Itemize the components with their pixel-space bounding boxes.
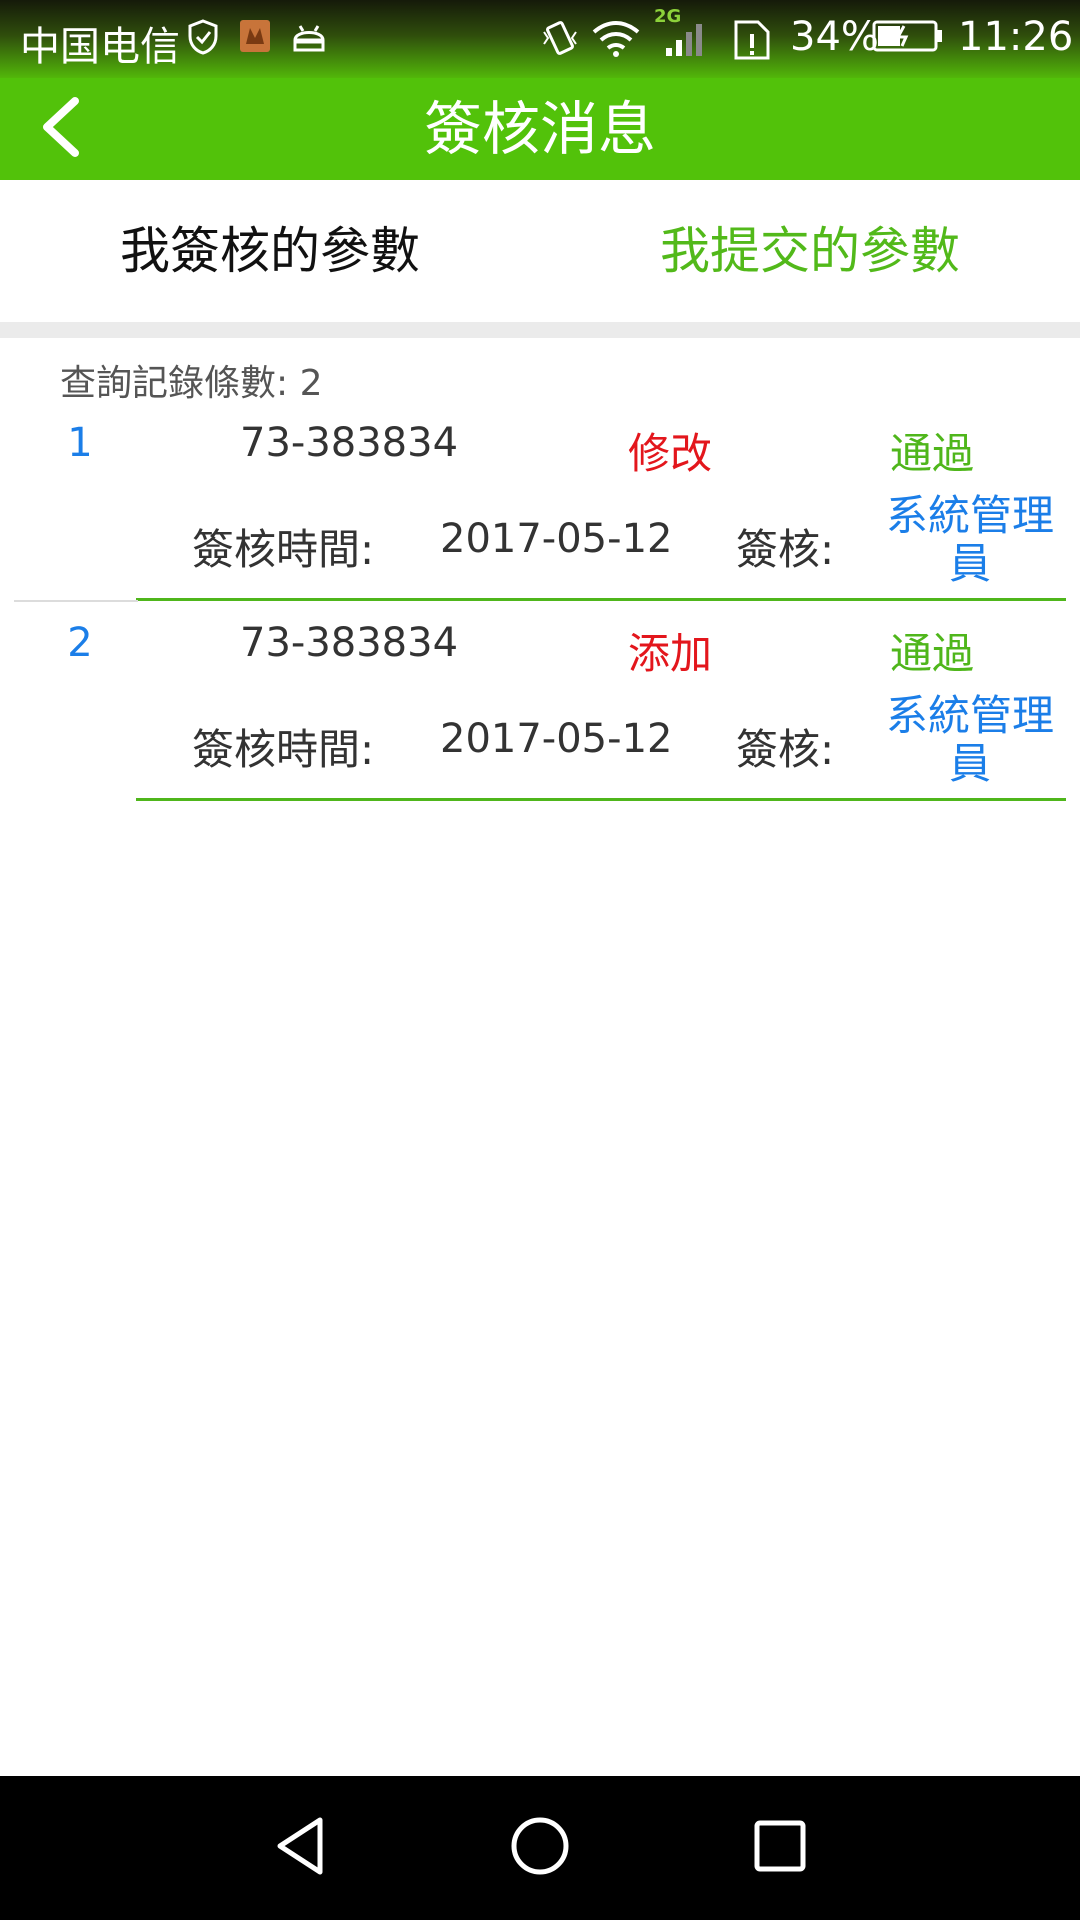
reviewer-label: 簽核:: [736, 525, 835, 574]
circle-home-icon: [508, 1814, 572, 1882]
reviewer-label: 簽核:: [736, 725, 835, 774]
battery-charging-icon: [872, 18, 944, 64]
record-status: 通過: [890, 429, 975, 478]
record-status: 通過: [890, 629, 975, 678]
tab-my-submitted-params[interactable]: 我提交的參數: [540, 180, 1080, 322]
nav-recents-button[interactable]: [740, 1808, 820, 1888]
record-code: 73-383834: [240, 620, 459, 666]
app-header: 簽核消息: [0, 78, 1080, 180]
reviewer-link[interactable]: 系統管理員: [880, 492, 1060, 588]
tab-divider: [0, 322, 1080, 338]
sim-alert-icon: [732, 18, 772, 72]
review-time-label: 簽核時間:: [192, 525, 375, 574]
tab-my-reviewed-params[interactable]: 我簽核的參數: [0, 180, 540, 322]
record-count: 查詢記錄條數: 2: [60, 354, 323, 406]
nav-home-button[interactable]: [500, 1808, 580, 1888]
list-item[interactable]: 2 73-383834 添加 通過 簽核時間: 2017-05-12 簽核: 系…: [0, 600, 1080, 801]
square-recents-icon: [750, 1816, 810, 1880]
android-debug-icon: [290, 18, 328, 64]
battery-percent: 34%: [790, 14, 879, 60]
triangle-back-icon: [270, 1814, 330, 1882]
app-notification-icon: [238, 18, 272, 64]
screen: 中国电信 2G 34% 11:26 簽核消息 我簽核的參數 我提交的參數 查詢記…: [0, 0, 1080, 1920]
review-time: 2017-05-12: [440, 716, 673, 762]
carrier-name: 中国电信: [20, 24, 180, 70]
tab-bar: 我簽核的參數 我提交的參數: [0, 180, 1080, 322]
vibrate-icon: [540, 18, 580, 68]
signal-icon: [664, 18, 710, 68]
record-action: 修改: [628, 429, 713, 478]
nav-back-button[interactable]: [260, 1808, 340, 1888]
page-title: 簽核消息: [423, 95, 656, 163]
record-count-label: 查詢記錄條數:: [60, 363, 289, 404]
status-clock: 11:26: [958, 14, 1074, 60]
back-button[interactable]: [20, 86, 100, 172]
wifi-icon: [590, 18, 642, 68]
list-item[interactable]: 1 73-383834 修改 通過 簽核時間: 2017-05-12 簽核: 系…: [0, 400, 1080, 602]
shield-check-icon: [186, 18, 220, 66]
system-nav-bar: [0, 1776, 1080, 1920]
status-bar: 中国电信 2G 34% 11:26: [0, 0, 1080, 78]
record-code: 73-383834: [240, 420, 459, 466]
record-divider: [136, 798, 1066, 801]
record-count-value: 2: [299, 363, 323, 404]
reviewer-link[interactable]: 系統管理員: [880, 692, 1060, 788]
record-action: 添加: [628, 629, 713, 678]
review-time: 2017-05-12: [440, 516, 673, 562]
chevron-left-icon: [37, 95, 83, 163]
review-time-label: 簽核時間:: [192, 725, 375, 774]
record-index: 2: [67, 620, 93, 666]
record-index: 1: [67, 420, 93, 466]
